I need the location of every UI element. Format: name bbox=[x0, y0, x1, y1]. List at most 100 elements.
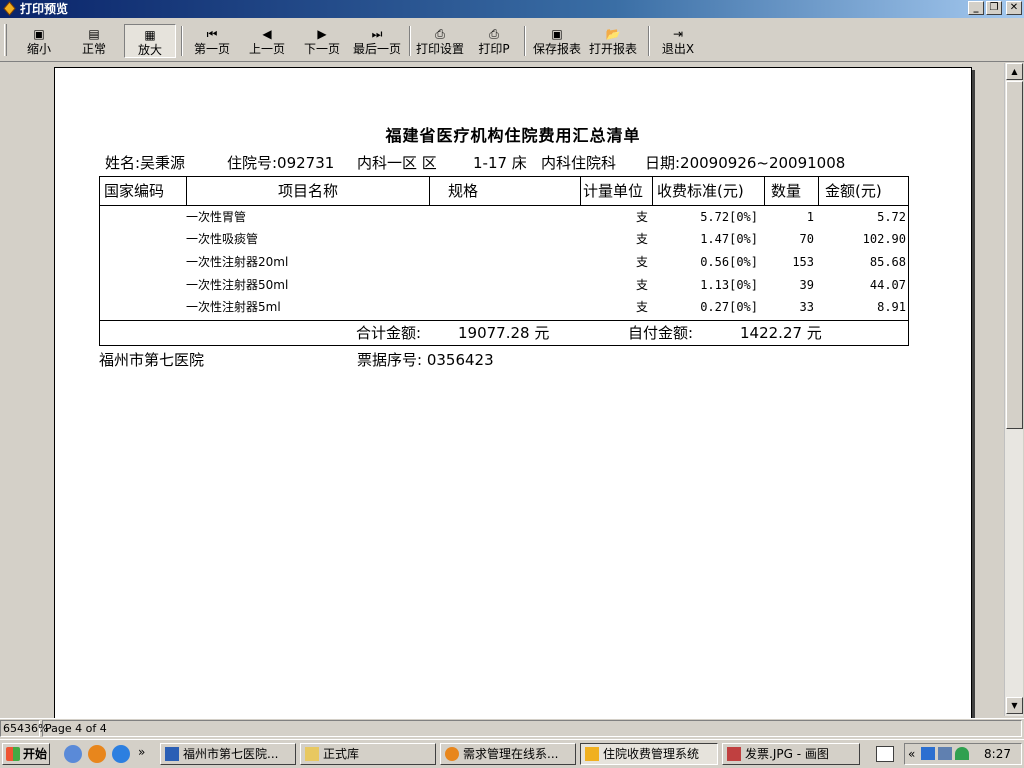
print-button[interactable]: ⎙ 打印P bbox=[472, 24, 516, 58]
umbrella-icon[interactable] bbox=[955, 747, 969, 760]
total-value: 19077.28 元 bbox=[458, 324, 550, 342]
minimize-button[interactable]: _ bbox=[968, 1, 984, 15]
task-label: 住院收费管理系统 bbox=[603, 747, 700, 761]
normal-size-button[interactable]: ▤ 正常 bbox=[68, 24, 120, 58]
toolbar-separator bbox=[524, 26, 526, 56]
hospital-name: 福州市第七医院 bbox=[99, 351, 205, 369]
monitor-icon[interactable] bbox=[938, 747, 952, 760]
windows-flag-icon bbox=[6, 747, 20, 761]
item-name: 一次性吸痰管 bbox=[186, 232, 259, 246]
first-page-button[interactable]: ⏮ 第一页 bbox=[188, 24, 236, 58]
task-paint[interactable]: 发票.JPG - 画图 bbox=[722, 743, 860, 765]
item-amount: 8.91 bbox=[877, 300, 906, 314]
word-document-icon bbox=[165, 747, 179, 761]
zoom-in-label: 放大 bbox=[137, 43, 162, 57]
item-quantity: 1 bbox=[806, 210, 814, 224]
clock[interactable]: 8:27 bbox=[984, 744, 1011, 764]
page-indicator: Page 4 of 4 bbox=[42, 720, 1022, 737]
zoom-in-icon: ▦ bbox=[144, 28, 156, 42]
prev-page-icon: ◀ bbox=[262, 27, 272, 41]
table-row: 一次性注射器20ml 支 0.56[0%] 153 85.68 bbox=[100, 251, 908, 273]
vertical-scrollbar[interactable]: ▲ ▼ bbox=[1004, 63, 1023, 716]
task-billing-system[interactable]: 住院收费管理系统 bbox=[580, 743, 718, 765]
internet-explorer-icon[interactable] bbox=[112, 745, 130, 763]
table-row: 一次性注射器50ml 支 1.13[0%] 39 44.07 bbox=[100, 274, 908, 296]
show-desktop-icon[interactable] bbox=[64, 745, 82, 763]
task-word-document[interactable]: 福州市第七医院... bbox=[160, 743, 296, 765]
first-page-label: 第一页 bbox=[193, 42, 230, 56]
page-icon: ▤ bbox=[88, 27, 100, 41]
print-setup-button[interactable]: ⎙ 打印设置 bbox=[414, 24, 466, 58]
restore-button[interactable]: ❐ bbox=[986, 1, 1002, 15]
item-unit: 支 bbox=[636, 255, 649, 269]
close-button[interactable]: ✕ bbox=[1006, 1, 1022, 15]
firefox-icon[interactable] bbox=[88, 745, 106, 763]
item-amount: 44.07 bbox=[869, 278, 906, 292]
item-name: 一次性注射器20ml bbox=[186, 255, 289, 269]
network-icon[interactable] bbox=[921, 747, 935, 760]
save-report-button[interactable]: ▣ 保存报表 bbox=[530, 24, 584, 58]
taskbar: 开始 » 福州市第七医院... 正式库 需求管理在线系... 住院收费管理系统 … bbox=[0, 739, 1024, 768]
last-page-label: 最后一页 bbox=[352, 42, 401, 56]
keyboard-icon[interactable] bbox=[876, 746, 894, 762]
item-quantity: 153 bbox=[792, 255, 814, 269]
item-unit: 支 bbox=[636, 210, 649, 224]
print-setup-label: 打印设置 bbox=[415, 42, 464, 56]
start-button[interactable]: 开始 bbox=[2, 743, 50, 765]
scroll-up-button[interactable]: ▲ bbox=[1006, 63, 1023, 80]
task-label: 需求管理在线系... bbox=[463, 747, 559, 761]
next-page-label: 下一页 bbox=[303, 42, 340, 56]
item-price: 0.27[0%] bbox=[700, 300, 758, 314]
open-folder-icon: 📂 bbox=[605, 27, 621, 41]
item-unit: 支 bbox=[636, 278, 649, 292]
open-report-label: 打开报表 bbox=[588, 42, 637, 56]
report-page: 福建省医疗机构住院费用汇总清单 姓名:吴秉源 住院号:092731 内科一区 区… bbox=[54, 67, 972, 727]
preview-area[interactable]: 福建省医疗机构住院费用汇总清单 姓名:吴秉源 住院号:092731 内科一区 区… bbox=[0, 63, 1004, 727]
column-header-price: 收费标准(元) bbox=[653, 177, 765, 205]
column-header-quantity: 数量 bbox=[765, 177, 819, 205]
toolbar-grip[interactable] bbox=[4, 24, 7, 56]
scroll-down-button[interactable]: ▼ bbox=[1006, 697, 1023, 714]
scroll-thumb[interactable] bbox=[1006, 81, 1023, 429]
first-page-icon: ⏮ bbox=[206, 27, 218, 41]
zoom-out-icon: ▣ bbox=[33, 27, 45, 41]
prev-page-label: 上一页 bbox=[248, 42, 285, 56]
open-report-button[interactable]: 📂 打开报表 bbox=[586, 24, 640, 58]
table-header: 国家编码 项目名称 规格 计量单位 收费标准(元) 数量 金额(元) bbox=[99, 176, 909, 206]
admission-number: 住院号:092731 bbox=[227, 154, 335, 172]
folder-icon bbox=[305, 747, 319, 761]
patient-name: 姓名:吴秉源 bbox=[105, 154, 186, 172]
task-label: 正式库 bbox=[323, 747, 360, 761]
next-page-button[interactable]: ▶ 下一页 bbox=[298, 24, 346, 58]
printer-setup-icon: ⎙ bbox=[435, 27, 445, 41]
column-header-code: 国家编码 bbox=[100, 177, 187, 205]
window-title: 打印预览 bbox=[20, 2, 69, 16]
department: 内科住院科 bbox=[541, 154, 617, 172]
item-unit: 支 bbox=[636, 232, 649, 246]
zoom-in-button[interactable]: ▦ 放大 bbox=[124, 24, 176, 58]
receipt-number: 票据序号: 0356423 bbox=[357, 351, 494, 369]
task-browser[interactable]: 需求管理在线系... bbox=[440, 743, 576, 765]
item-amount: 5.72 bbox=[877, 210, 906, 224]
date-range: 日期:20090926~20091008 bbox=[645, 154, 846, 172]
next-page-icon: ▶ bbox=[317, 27, 327, 41]
report-title: 福建省医疗机构住院费用汇总清单 bbox=[385, 126, 641, 145]
firefox-icon bbox=[445, 747, 459, 761]
printer-icon: ⎙ bbox=[489, 27, 499, 41]
zoom-out-label: 缩小 bbox=[26, 42, 51, 56]
self-pay-value: 1422.27 元 bbox=[740, 324, 822, 342]
item-price: 5.72[0%] bbox=[700, 210, 758, 224]
toolbar-separator bbox=[648, 26, 650, 56]
task-folder[interactable]: 正式库 bbox=[300, 743, 436, 765]
prev-page-button[interactable]: ◀ 上一页 bbox=[243, 24, 291, 58]
window-title-bar[interactable]: 打印预览 _ ❐ ✕ bbox=[0, 0, 1024, 18]
exit-button[interactable]: ⇥ 退出X bbox=[656, 24, 700, 58]
tray-expand-chevron[interactable]: « bbox=[908, 744, 915, 764]
last-page-button[interactable]: ⏭ 最后一页 bbox=[350, 24, 404, 58]
normal-size-label: 正常 bbox=[81, 42, 106, 56]
item-quantity: 33 bbox=[799, 300, 814, 314]
print-label: 打印P bbox=[478, 42, 510, 56]
quick-launch-more[interactable]: » bbox=[138, 745, 145, 759]
paint-icon bbox=[727, 747, 741, 761]
zoom-out-button[interactable]: ▣ 缩小 bbox=[14, 24, 64, 58]
